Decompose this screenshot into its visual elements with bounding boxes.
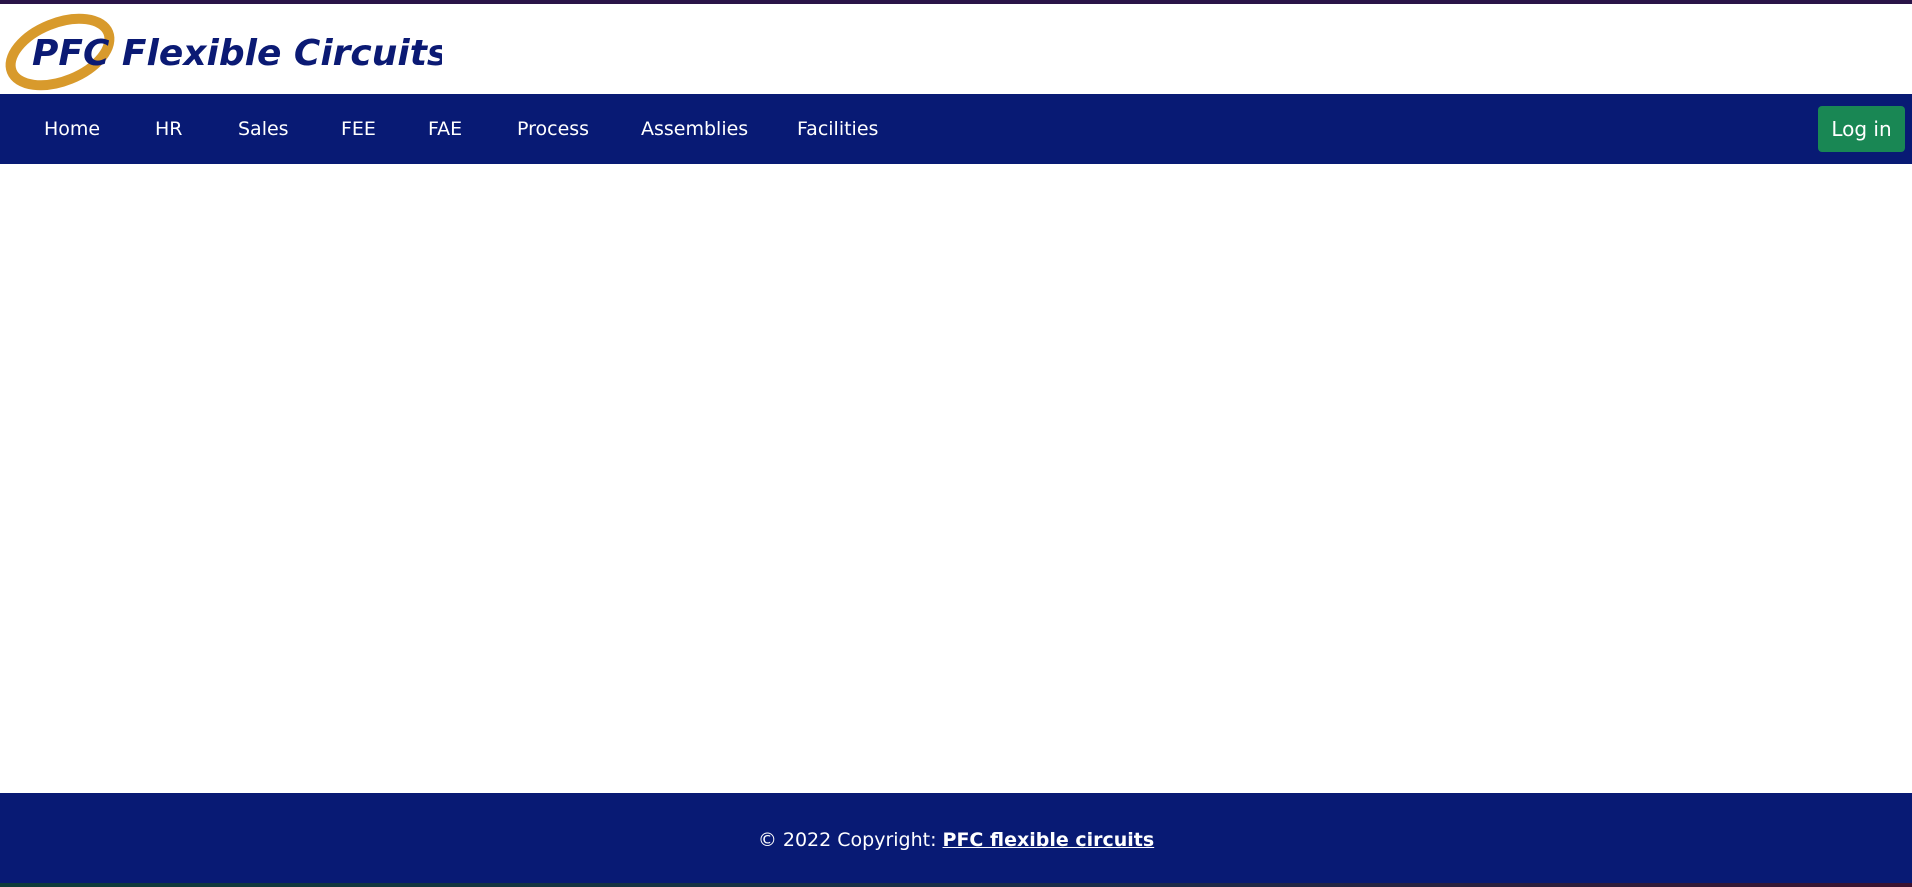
nav-item-facilities[interactable]: Facilities <box>797 94 878 164</box>
nav-item-sales[interactable]: Sales <box>238 94 289 164</box>
site-footer: © 2022 Copyright: PFC flexible circuits <box>0 793 1912 883</box>
logo-wordmark: PFC Flexible Circuits <box>32 33 442 74</box>
site-header: PFC Flexible Circuits <box>0 4 1912 94</box>
nav-item-process[interactable]: Process <box>517 94 589 164</box>
main-navbar: Home HR Sales FEE FAE Process Assemblies… <box>0 94 1912 164</box>
brand-logo[interactable]: PFC Flexible Circuits <box>2 7 442 93</box>
login-button[interactable]: Log in <box>1818 106 1905 152</box>
footer-copyright-text: © 2022 Copyright: <box>757 829 943 851</box>
nav-item-hr[interactable]: HR <box>155 94 183 164</box>
brand-logo-graphic: PFC Flexible Circuits <box>5 13 442 91</box>
nav-item-fee[interactable]: FEE <box>341 94 376 164</box>
nav-item-home[interactable]: Home <box>44 94 100 164</box>
main-content <box>0 164 1912 793</box>
nav-item-fae[interactable]: FAE <box>428 94 462 164</box>
nav-item-assemblies[interactable]: Assemblies <box>641 94 748 164</box>
bottom-accent-strip <box>0 883 1912 887</box>
footer-company-link[interactable]: PFC flexible circuits <box>943 829 1155 851</box>
